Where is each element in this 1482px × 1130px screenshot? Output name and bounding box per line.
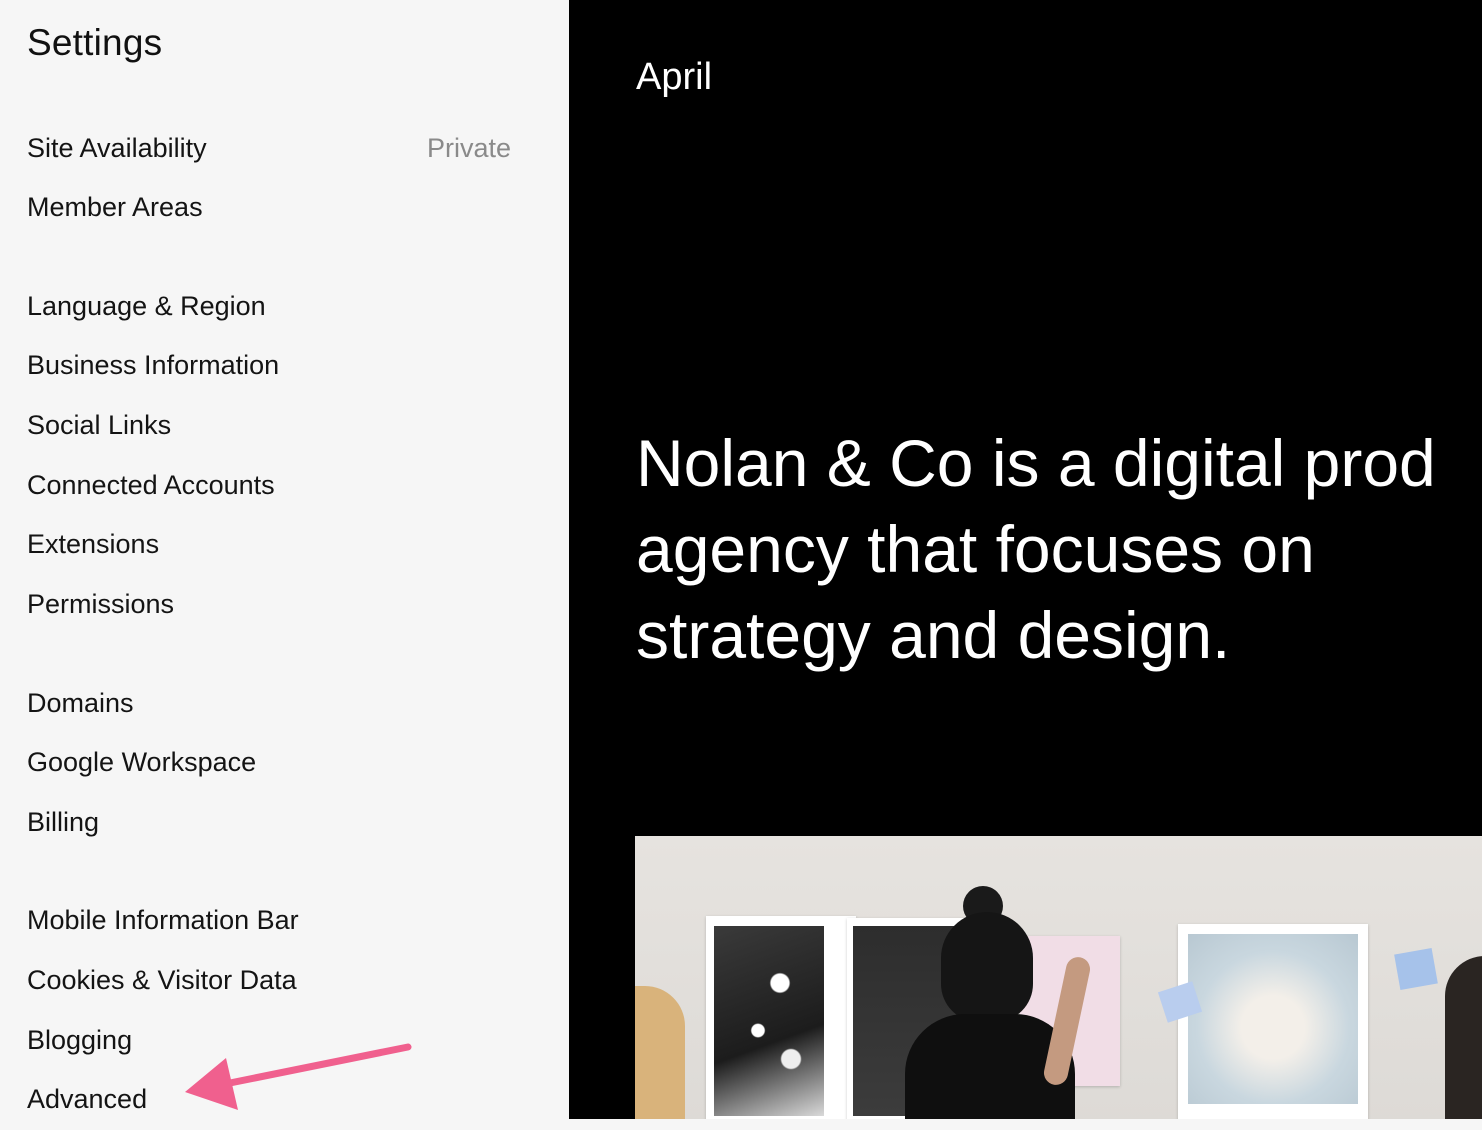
- sidebar-item-connected-accounts[interactable]: Connected Accounts: [27, 465, 511, 505]
- hero-headline: Nolan & Co is a digital prod agency that…: [636, 420, 1482, 678]
- site-preview[interactable]: April Nolan & Co is a digital prod agenc…: [569, 0, 1482, 1119]
- sidebar-item-permissions[interactable]: Permissions: [27, 584, 511, 624]
- person-figure: [905, 886, 1093, 1119]
- poster-artwork: [1188, 934, 1358, 1104]
- poster-artwork: [714, 926, 824, 1116]
- sidebar-item-member-areas[interactable]: Member Areas: [27, 187, 511, 227]
- sidebar-item-social-links[interactable]: Social Links: [27, 405, 511, 445]
- arm: [1041, 954, 1093, 1088]
- sidebar-item-label: Blogging: [27, 1024, 133, 1055]
- page-title: Settings: [27, 22, 163, 63]
- sidebar-item-domains[interactable]: Domains: [27, 683, 511, 723]
- sidebar-item-extensions[interactable]: Extensions: [27, 524, 511, 564]
- sidebar-item-google-workspace[interactable]: Google Workspace: [27, 742, 511, 782]
- head: [941, 912, 1033, 1022]
- sidebar-item-cookies-visitor-data[interactable]: Cookies & Visitor Data: [27, 960, 511, 1000]
- hero-image: [635, 836, 1482, 1119]
- sidebar-item-business-information[interactable]: Business Information: [27, 345, 511, 385]
- sidebar-item-label: Advanced: [27, 1083, 148, 1114]
- sidebar-item-label: Cookies & Visitor Data: [27, 964, 297, 995]
- sidebar-item-label: Connected Accounts: [27, 469, 275, 500]
- sidebar-item-label: Google Workspace: [27, 746, 257, 777]
- settings-sidebar: Settings Site Availability Private Membe…: [0, 0, 569, 1130]
- site-name[interactable]: April: [636, 56, 712, 99]
- person-edge: [635, 986, 685, 1119]
- sidebar-item-label: Billing: [27, 806, 100, 837]
- poster: [1178, 924, 1368, 1119]
- person-edge: [1445, 956, 1482, 1119]
- headline-line: strategy and design.: [636, 598, 1231, 672]
- sidebar-item-label: Business Information: [27, 349, 280, 380]
- sidebar-item-site-availability[interactable]: Site Availability Private: [27, 128, 511, 168]
- sticky-note: [1394, 947, 1438, 991]
- site-availability-status: Private: [426, 132, 511, 163]
- sidebar-item-language-region[interactable]: Language & Region: [27, 286, 511, 326]
- sidebar-item-label: Site Availability: [27, 132, 207, 163]
- poster: [706, 916, 856, 1119]
- headline-line: agency that focuses on: [636, 512, 1315, 586]
- sidebar-item-label: Domains: [27, 687, 134, 718]
- sidebar-item-mobile-information-bar[interactable]: Mobile Information Bar: [27, 900, 511, 940]
- sidebar-item-label: Social Links: [27, 409, 172, 440]
- sidebar-item-billing[interactable]: Billing: [27, 802, 511, 842]
- annotation-arrow-icon: [185, 1043, 412, 1110]
- sidebar-item-label: Permissions: [27, 588, 175, 619]
- sidebar-item-label: Mobile Information Bar: [27, 904, 299, 935]
- arrow-shaft: [216, 1043, 412, 1089]
- arrow-head: [185, 1058, 238, 1110]
- headline-line: Nolan & Co is a digital prod: [636, 426, 1436, 500]
- sidebar-item-label: Extensions: [27, 528, 160, 559]
- sidebar-item-label: Member Areas: [27, 191, 203, 222]
- sidebar-item-label: Language & Region: [27, 290, 266, 321]
